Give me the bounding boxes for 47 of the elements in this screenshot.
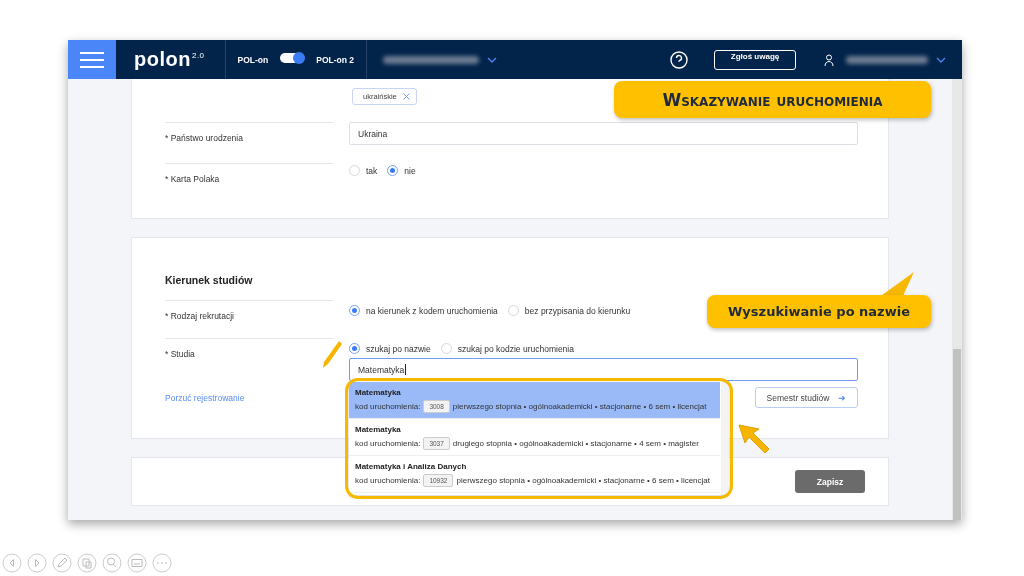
section-title: Kierunek studiów (165, 274, 254, 288)
pencil-icon (321, 340, 343, 370)
option-code-label: kod uruchomienia: (355, 439, 421, 448)
callout: Wyszukiwanie po nazwie (707, 295, 931, 328)
option-code-label: kod uruchomienia: (355, 476, 421, 485)
radio-label: na kierunek z kodem uruchomienia (366, 305, 498, 316)
pointer-arrow-icon (737, 422, 771, 456)
chevron-down-icon[interactable] (487, 56, 498, 63)
option-details: pierwszego stopnia • ogólnoakademicki • stacjonarne • 6 sem • licencjat (452, 402, 707, 411)
next-step-button[interactable]: Semestr studiów ➜ (755, 387, 858, 408)
radio-label: tak (366, 165, 378, 176)
previous-icon[interactable] (2, 553, 22, 573)
option-title: Matematyka (355, 388, 402, 397)
menu-button[interactable] (68, 40, 116, 79)
field-label: * Państwo urodzenia (165, 122, 333, 163)
zoom-icon[interactable] (102, 553, 122, 573)
field-label: * Rodzaj rekrutacji (165, 300, 333, 338)
field-label: * Karta Polaka (165, 163, 333, 204)
option-code-label: kod uruchomienia: (355, 402, 421, 411)
callout: Wskazywanie uruchomienia (614, 81, 931, 118)
option-details: pierwszego stopnia • ogólnoakademicki • stacjonarne • 6 sem • licencjat (456, 476, 710, 485)
pen-icon[interactable] (52, 553, 72, 573)
version-toggle[interactable] (280, 53, 305, 63)
save-button[interactable]: Zapisz (795, 470, 865, 493)
caption-icon[interactable] (127, 553, 147, 573)
more-icon[interactable] (152, 553, 172, 573)
help-icon[interactable] (670, 50, 688, 69)
copy-icon[interactable] (77, 553, 97, 573)
radio-label: nie (404, 165, 416, 176)
close-icon[interactable] (402, 93, 410, 100)
radio-label: szukaj po nazwie (366, 343, 431, 354)
menu-icon (80, 51, 104, 68)
chevron-down-icon[interactable] (936, 56, 946, 63)
option-title: Matematyka i Analiza Danych (355, 462, 468, 471)
play-icon[interactable] (27, 553, 47, 573)
scrollbar[interactable] (721, 382, 729, 495)
scrollbar[interactable] (952, 79, 962, 520)
input-field[interactable]: Ukraina (349, 122, 858, 145)
user-icon[interactable] (824, 53, 834, 66)
radio-label: bez przypisania do kierunku (524, 305, 631, 316)
option-details: drugiego stopnia • ogólnoakademicki • stacjonarne • 4 sem • magister (452, 439, 699, 448)
radio-label: szukaj po kodzie uruchomienia (457, 343, 574, 354)
feedback-button[interactable]: Zgłoś uwagę (714, 49, 796, 70)
logo: polon$^{2.0}$ (134, 48, 205, 71)
option-title: Matematyka (355, 425, 402, 434)
toggle-label: POL-on (237, 54, 269, 65)
toggle-label: POL-on 2 (316, 54, 355, 65)
